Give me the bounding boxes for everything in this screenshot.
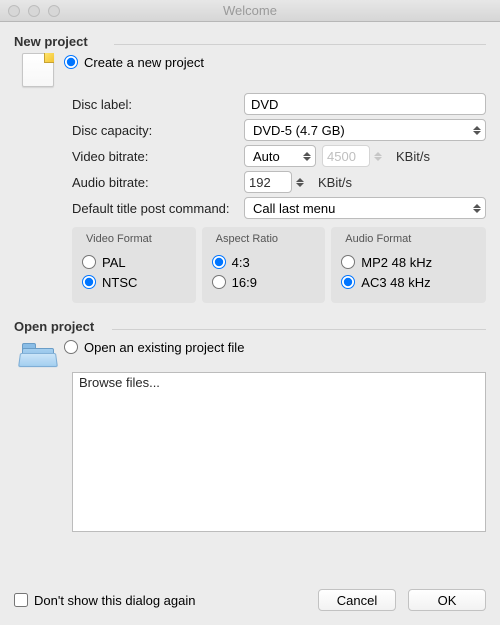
aspect-43-label[interactable]: 4:3 bbox=[232, 255, 250, 270]
video-format-pal-radio[interactable] bbox=[82, 255, 96, 269]
window-title: Welcome bbox=[0, 3, 500, 18]
disc-capacity-select[interactable]: DVD-5 (4.7 GB) bbox=[244, 119, 486, 141]
updown-icon bbox=[374, 152, 382, 161]
updown-icon bbox=[296, 178, 304, 187]
video-format-ntsc-label[interactable]: NTSC bbox=[102, 275, 137, 290]
disc-capacity-label: Disc capacity: bbox=[72, 123, 244, 138]
video-bitrate-mode-select[interactable]: Auto bbox=[244, 145, 316, 167]
video-format-title: Video Format bbox=[82, 233, 186, 245]
audio-ac3-radio[interactable] bbox=[341, 275, 355, 289]
audio-bitrate-stepper[interactable] bbox=[244, 171, 312, 193]
updown-icon bbox=[473, 126, 481, 135]
project-file-list[interactable]: Browse files... bbox=[72, 372, 486, 532]
video-format-ntsc-radio[interactable] bbox=[82, 275, 96, 289]
footer: Don't show this dialog again Cancel OK bbox=[0, 575, 500, 625]
audio-format-group: Audio Format MP2 48 kHz AC3 48 kHz bbox=[331, 227, 486, 303]
open-project-header: Open project bbox=[14, 319, 486, 334]
open-project-label[interactable]: Open an existing project file bbox=[84, 340, 244, 355]
audio-format-title: Audio Format bbox=[341, 233, 476, 245]
updown-icon bbox=[303, 152, 311, 161]
audio-bitrate-label: Audio bitrate: bbox=[72, 175, 244, 190]
video-bitrate-mode: Auto bbox=[253, 149, 280, 164]
dont-show-label[interactable]: Don't show this dialog again bbox=[34, 593, 195, 608]
aspect-43-radio[interactable] bbox=[212, 255, 226, 269]
aspect-ratio-group: Aspect Ratio 4:3 16:9 bbox=[202, 227, 326, 303]
aspect-ratio-title: Aspect Ratio bbox=[212, 233, 316, 245]
create-project-radio[interactable] bbox=[64, 55, 78, 69]
post-command-value: Call last menu bbox=[253, 201, 335, 216]
audio-bitrate-input[interactable] bbox=[244, 171, 292, 193]
video-bitrate-unit: KBit/s bbox=[396, 149, 430, 164]
disc-label-label: Disc label: bbox=[72, 97, 244, 112]
video-format-pal-label[interactable]: PAL bbox=[102, 255, 126, 270]
disc-label-input[interactable] bbox=[244, 93, 486, 115]
create-project-label[interactable]: Create a new project bbox=[84, 55, 204, 70]
audio-bitrate-unit: KBit/s bbox=[318, 175, 352, 190]
new-document-icon bbox=[22, 53, 54, 87]
disc-capacity-value: DVD-5 (4.7 GB) bbox=[253, 123, 345, 138]
video-bitrate-label: Video bitrate: bbox=[72, 149, 244, 164]
video-bitrate-input bbox=[322, 145, 370, 167]
cancel-button[interactable]: Cancel bbox=[318, 589, 396, 611]
divider bbox=[114, 44, 486, 45]
video-format-group: Video Format PAL NTSC bbox=[72, 227, 196, 303]
aspect-169-label[interactable]: 16:9 bbox=[232, 275, 257, 290]
updown-icon bbox=[473, 204, 481, 213]
post-command-select[interactable]: Call last menu bbox=[244, 197, 486, 219]
audio-mp2-radio[interactable] bbox=[341, 255, 355, 269]
open-project-radio[interactable] bbox=[64, 340, 78, 354]
post-command-label: Default title post command: bbox=[72, 201, 244, 216]
new-project-header: New project bbox=[14, 34, 486, 49]
video-bitrate-stepper[interactable] bbox=[322, 145, 390, 167]
audio-ac3-label[interactable]: AC3 48 kHz bbox=[361, 275, 430, 290]
divider bbox=[112, 329, 486, 330]
dont-show-checkbox[interactable] bbox=[14, 593, 28, 607]
ok-button[interactable]: OK bbox=[408, 589, 486, 611]
titlebar: Welcome bbox=[0, 0, 500, 22]
aspect-169-radio[interactable] bbox=[212, 275, 226, 289]
folder-open-icon bbox=[22, 340, 54, 366]
browse-files-item[interactable]: Browse files... bbox=[79, 375, 479, 390]
audio-mp2-label[interactable]: MP2 48 kHz bbox=[361, 255, 432, 270]
